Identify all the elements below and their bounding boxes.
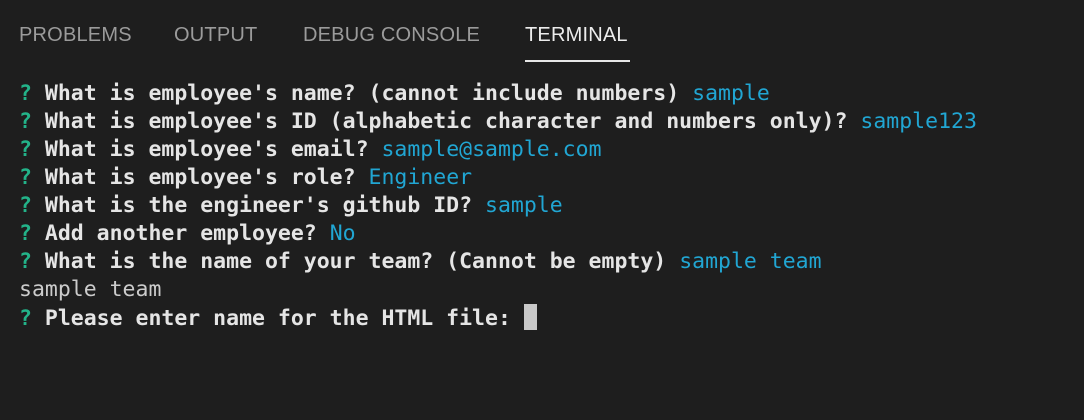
prompt-text: Please enter name for the HTML file: xyxy=(44,306,511,331)
terminal-line: ? What is employee's role? Engineer xyxy=(19,164,977,192)
active-tab-indicator xyxy=(525,60,630,62)
terminal-line: ? What is employee's email? sample@sampl… xyxy=(19,136,977,164)
answer-text: Engineer xyxy=(368,165,473,190)
terminal-line: ? What is employee's ID (alphabetic char… xyxy=(19,108,977,136)
tab-output[interactable]: OUTPUT xyxy=(174,22,257,48)
output-text: sample team xyxy=(19,277,162,302)
answer-text: sample@sample.com xyxy=(381,137,602,162)
terminal-line: ? What is employee's name? (cannot inclu… xyxy=(19,80,977,108)
prompt-text: What is employee's ID (alphabetic charac… xyxy=(44,109,848,134)
answer-text: No xyxy=(329,221,356,246)
answer-text: sample team xyxy=(679,249,822,274)
question-marker: ? xyxy=(19,109,32,134)
prompt-text: Add another employee? xyxy=(44,221,317,246)
terminal-line: ? What is the name of your team? (Cannot… xyxy=(19,248,977,276)
answer-text: sample123 xyxy=(860,109,977,134)
prompt-text: What is employee's email? xyxy=(44,137,369,162)
prompt-text: What is the engineer's github ID? xyxy=(44,193,473,218)
prompt-text: What is employee's role? xyxy=(44,165,356,190)
panel-tab-bar: PROBLEMS OUTPUT DEBUG CONSOLE TERMINAL xyxy=(0,0,1084,62)
terminal-current-prompt: ? Please enter name for the HTML file: xyxy=(19,304,977,332)
terminal-output[interactable]: ? What is employee's name? (cannot inclu… xyxy=(19,80,977,332)
question-marker: ? xyxy=(19,81,32,106)
tab-terminal[interactable]: TERMINAL xyxy=(525,22,628,48)
tab-debug-console[interactable]: DEBUG CONSOLE xyxy=(303,22,480,48)
terminal-line: ? Add another employee? No xyxy=(19,220,977,248)
question-marker: ? xyxy=(19,249,32,274)
question-marker: ? xyxy=(19,137,32,162)
prompt-text: What is employee's name? (cannot include… xyxy=(44,81,680,106)
text-cursor xyxy=(523,304,537,330)
question-marker: ? xyxy=(19,165,32,190)
terminal-line: ? What is the engineer's github ID? samp… xyxy=(19,192,977,220)
prompt-text: What is the name of your team? (Cannot b… xyxy=(44,249,667,274)
question-marker: ? xyxy=(19,221,32,246)
answer-text: sample xyxy=(692,81,770,106)
question-marker: ? xyxy=(19,306,32,331)
answer-text: sample xyxy=(485,193,563,218)
terminal-panel: PROBLEMS OUTPUT DEBUG CONSOLE TERMINAL ?… xyxy=(0,0,1084,420)
tab-problems[interactable]: PROBLEMS xyxy=(19,22,132,48)
terminal-output-line: sample team xyxy=(19,276,977,304)
question-marker: ? xyxy=(19,193,32,218)
